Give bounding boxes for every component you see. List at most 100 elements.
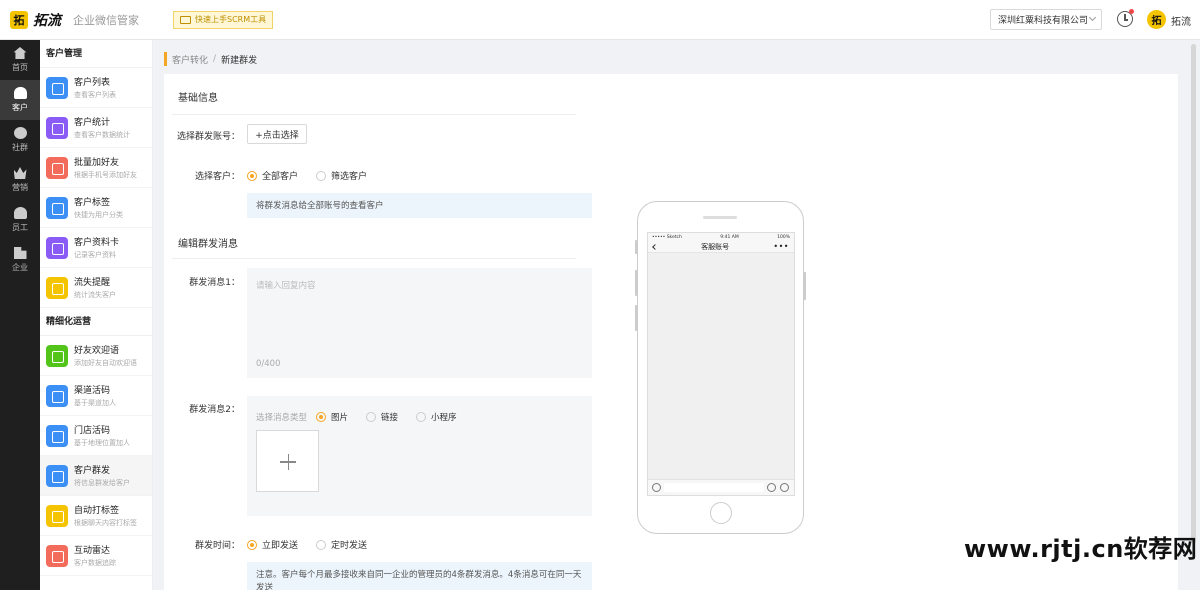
company-select[interactable]: 深圳红粟科技有限公司: [990, 9, 1102, 30]
rail-label: 企业: [12, 263, 28, 272]
plus-icon: [780, 483, 789, 492]
crown-icon: [13, 167, 27, 179]
rail-item-enterprise[interactable]: 企业: [0, 240, 40, 280]
sidebar-item[interactable]: 渠道活码 基于渠道加人: [40, 376, 152, 416]
msg1-textarea[interactable]: 请输入回复内容 0/400: [247, 268, 592, 378]
sidebar-item[interactable]: 流失提醒统计流失客户: [40, 268, 152, 308]
menu-icon: [46, 384, 68, 407]
sidebar-item[interactable]: 批量加好友 根据手机号添加好友: [40, 148, 152, 188]
select-account-button[interactable]: +点击选择: [247, 124, 307, 144]
company-name: 深圳红粟科技有限公司: [998, 16, 1089, 26]
sidebar-item-text: 客户列表 查看客户列表: [74, 75, 116, 100]
sidebar-item[interactable]: 客户资料卡 记录客户资料: [40, 228, 152, 268]
app-logo[interactable]: 拓 拓流 企业微信管家: [10, 10, 139, 30]
time-label: 群发时间：: [194, 541, 240, 551]
rail-item-customer[interactable]: 客户: [0, 80, 40, 120]
sidebar-item-text: 好友欢迎语 添加好友自动欢迎语: [74, 343, 137, 368]
radio-label: 立即发送: [262, 541, 299, 551]
chevron-down-icon: [1088, 13, 1097, 22]
sidebar-item[interactable]: 客户统计查看客户数据统计: [40, 108, 152, 148]
scrollbar[interactable]: [1191, 44, 1196, 544]
phone-side-button: [635, 305, 638, 331]
sidebar-item-desc: 根据聊天内容打标签: [74, 519, 137, 527]
msg2-type-label: 选择消息类型: [256, 413, 308, 423]
phone-battery: 100%: [777, 234, 790, 240]
notification-dot: [1129, 9, 1134, 14]
logo-mark: 拓: [10, 10, 28, 29]
sidebar-item[interactable]: 客户群发 将信息群发给客户: [40, 456, 152, 496]
rail-label: 员工: [12, 223, 28, 232]
sidebar-item-desc: 快捷为用户分类: [74, 211, 123, 219]
msg2-type-row: 选择消息类型 图片 链接 小程序: [256, 411, 475, 423]
section-title-basic: 基础信息: [178, 93, 218, 104]
sidebar-item-desc: 添加好友自动欢迎语: [74, 359, 137, 367]
account-label: 选择群发账号：: [176, 132, 240, 142]
radio-mini-program[interactable]: 小程序: [416, 411, 457, 423]
menu-icon: [46, 504, 68, 527]
sidebar-item-desc: 将信息群发给客户: [74, 479, 130, 487]
radio-send-now[interactable]: 立即发送: [247, 538, 298, 551]
radio-image[interactable]: 图片: [316, 411, 348, 423]
sidebar-item-desc: 查看客户数据统计: [74, 131, 130, 139]
menu-icon: [46, 196, 68, 219]
emoji-icon: [767, 483, 776, 492]
phone-carrier: ••••• Sketch: [652, 234, 682, 240]
radio-label: 小程序: [431, 413, 457, 423]
user-name[interactable]: 拓流: [1171, 13, 1191, 28]
menu-icon: [46, 276, 68, 299]
rail-item-community[interactable]: 社群: [0, 120, 40, 160]
sidebar-item-label: 客户统计: [74, 118, 111, 128]
radio-label: 图片: [331, 413, 349, 423]
chat-icon: [13, 127, 27, 139]
quick-start-button[interactable]: 快速上手SCRM工具: [173, 10, 274, 29]
rail-item-home[interactable]: 首页: [0, 40, 40, 80]
main-rail: 首页 客户 社群 营销 员工 企业: [0, 40, 40, 590]
rail-item-marketing[interactable]: 营销: [0, 160, 40, 200]
phone-time: 9:41 AM: [720, 234, 739, 240]
menu-icon: [46, 116, 68, 139]
sidebar-item-label: 自动打标签: [74, 506, 120, 516]
sidebar-item-desc: 根据手机号添加好友: [74, 171, 137, 179]
rail-item-staff[interactable]: 员工: [0, 200, 40, 240]
radio-link[interactable]: 链接: [366, 411, 398, 423]
sidebar-item[interactable]: 客户标签快捷为用户分类: [40, 188, 152, 228]
sidebar-item-label: 流失提醒: [74, 278, 111, 288]
breadcrumb-accent: [164, 52, 167, 66]
image-upload-plus-icon[interactable]: [256, 430, 319, 492]
section-title-edit: 编辑群发消息: [178, 239, 238, 250]
radio-label: 链接: [381, 413, 399, 423]
sidebar-item-text: 渠道活码 基于渠道加人: [74, 383, 116, 408]
msg1-char-count: 0/400: [256, 359, 281, 369]
sidebar-item-label: 客户标签: [74, 198, 111, 208]
time-radio-group: 立即发送 定时发送: [247, 538, 385, 551]
staff-icon: [13, 207, 27, 219]
radio-all-customers[interactable]: 全部客户: [247, 169, 298, 182]
radio-filter-customers[interactable]: 筛选客户: [316, 169, 367, 182]
msg2-panel: 选择消息类型 图片 链接 小程序: [247, 396, 592, 516]
sidebar-item[interactable]: 好友欢迎语 添加好友自动欢迎语: [40, 336, 152, 376]
radio-unchecked-icon: [316, 170, 327, 181]
sidebar-item-desc: 统计流失客户: [74, 291, 116, 299]
sidebar-item[interactable]: 互动雷达 客户数据追踪: [40, 536, 152, 576]
sidebar-item[interactable]: 门店活码 基于地理位置加人: [40, 416, 152, 456]
breadcrumb-current: 新建群发: [221, 55, 258, 66]
rail-label: 客户: [12, 103, 28, 112]
sidebar-item-text: 互动雷达 客户数据追踪: [74, 543, 116, 568]
avatar[interactable]: 拓: [1147, 10, 1166, 29]
menu-icon: [46, 344, 68, 367]
sidebar-item-label: 渠道活码: [74, 386, 111, 396]
menu-icon: [46, 76, 68, 99]
phone-side-button: [635, 270, 638, 296]
sidebar-item-label: 客户列表: [74, 78, 111, 88]
sidebar-item-text: 门店活码 基于地理位置加人: [74, 423, 130, 448]
sidebar-item-desc: 基于地理位置加人: [74, 439, 130, 447]
radio-scheduled[interactable]: 定时发送: [316, 538, 367, 551]
sidebar-item[interactable]: 客户列表 查看客户列表: [40, 68, 152, 108]
radio-label: 筛选客户: [331, 172, 368, 182]
divider: [172, 258, 576, 259]
breadcrumb-parent[interactable]: 客户转化: [172, 53, 208, 66]
phone-status-bar: ••••• Sketch 9:41 AM 100%: [648, 233, 794, 241]
sidebar-item[interactable]: 自动打标签根据聊天内容打标签: [40, 496, 152, 536]
breadcrumb-separator: /: [213, 54, 217, 64]
phone-nav-bar: 客服账号 •••: [648, 241, 794, 253]
